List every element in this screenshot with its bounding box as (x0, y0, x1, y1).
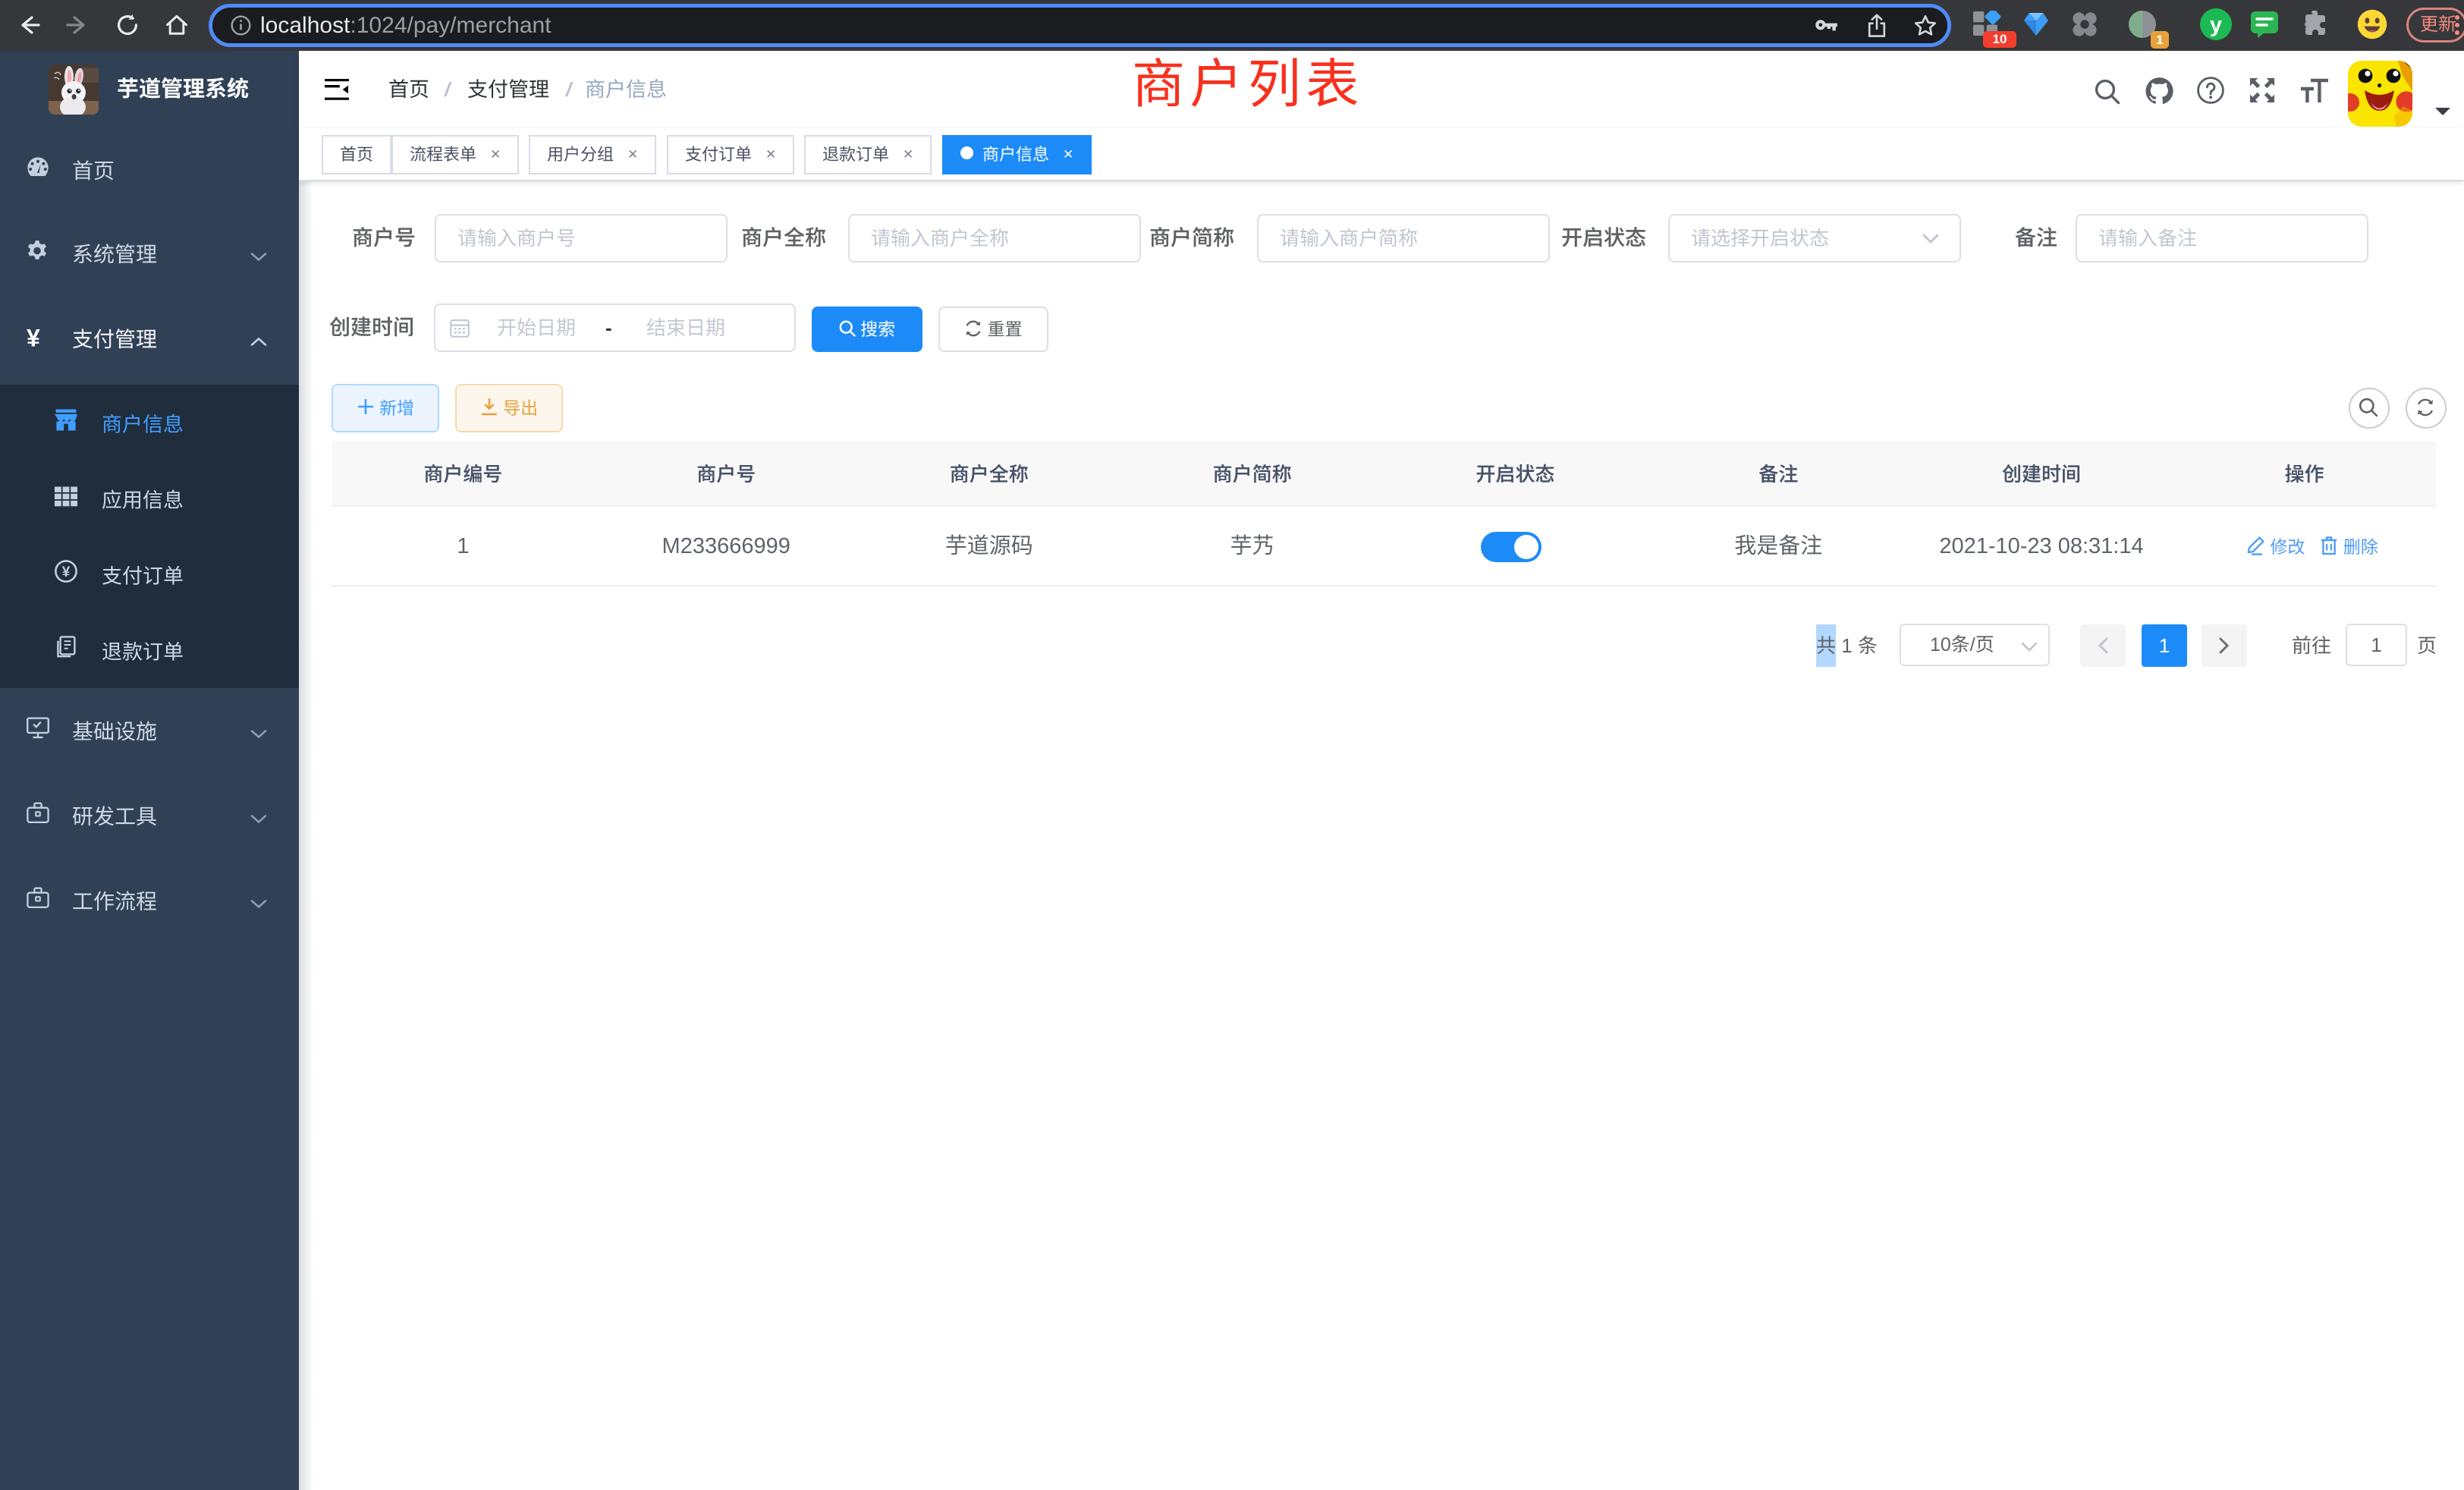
svg-text:y: y (2210, 13, 2222, 37)
svg-text:¥: ¥ (62, 564, 71, 580)
